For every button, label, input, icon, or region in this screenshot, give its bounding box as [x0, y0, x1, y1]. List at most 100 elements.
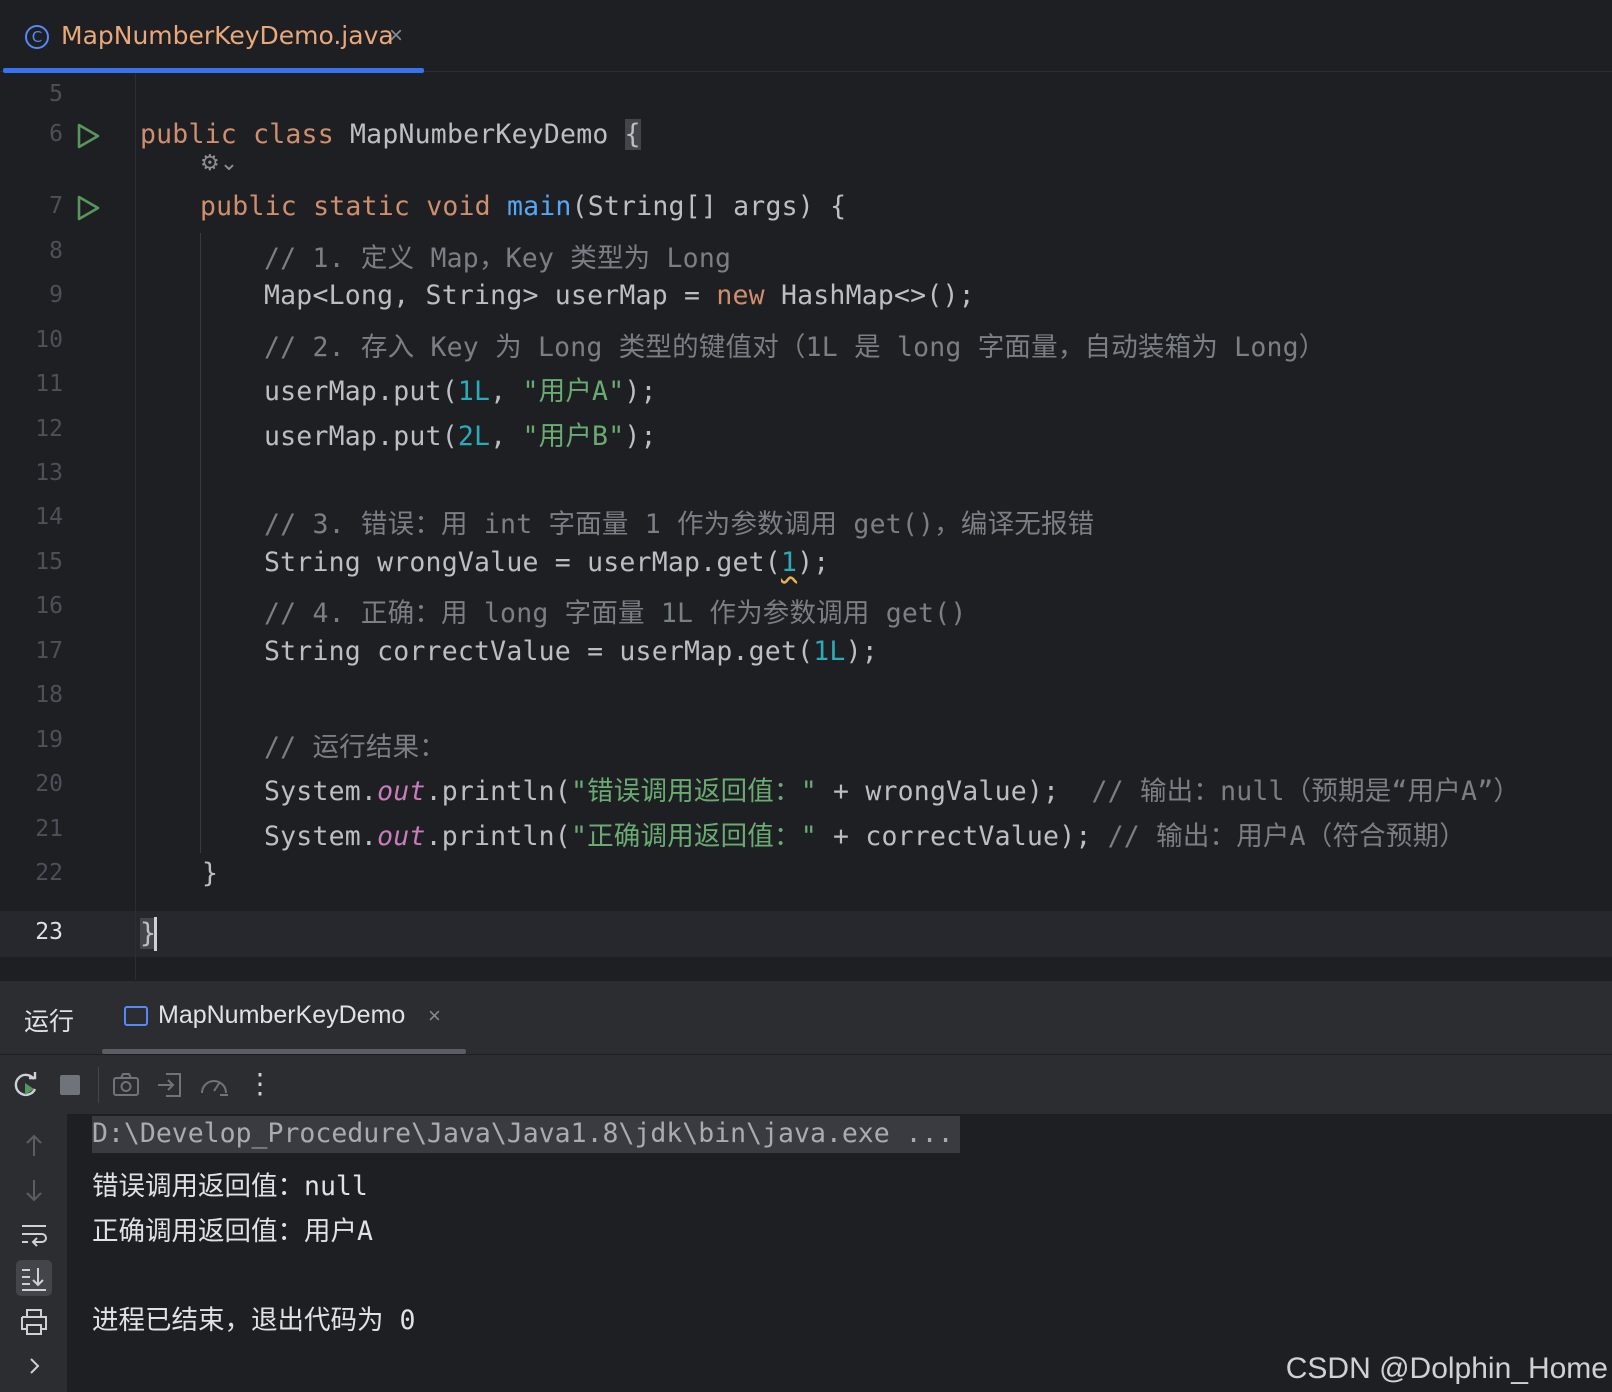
code-line: 10 // 2. 存入 Key 为 Long 类型的键值对（1L 是 long … — [0, 319, 1612, 365]
arrow-up-icon[interactable] — [16, 1128, 52, 1164]
number-literal: 2L — [457, 421, 491, 452]
code-text: System. — [264, 821, 378, 852]
code-line: 11 userMap.put(1L, "用户A"); — [0, 363, 1612, 409]
code-text: System. — [264, 776, 378, 807]
code-line: 17 String correctValue = userMap.get(1L)… — [0, 630, 1612, 676]
run-tab-mapnumberkeydemo[interactable]: MapNumberKeyDemo × — [102, 982, 466, 1054]
print-icon[interactable] — [16, 1304, 52, 1340]
editor-tab-mapnumberkeydemo[interactable]: C MapNumberKeyDemo.java × — [3, 0, 424, 73]
run-tab-title: MapNumberKeyDemo — [158, 1001, 406, 1029]
method-name: main — [506, 191, 572, 222]
run-window-title[interactable]: 运行 — [24, 1002, 74, 1038]
line-number: 8 — [49, 238, 63, 264]
keyword: class — [253, 119, 334, 150]
class-name: MapNumberKeyDemo — [350, 119, 609, 150]
keyword: public — [140, 119, 237, 150]
comment: // 2. 存入 Key 为 Long 类型的键值对（1L 是 long 字面量… — [264, 332, 1326, 363]
comment: // 输出：null（预期是“用户A”） — [1091, 776, 1521, 807]
code-text: String wrongValue = userMap.get( — [264, 547, 781, 578]
keyword: new — [716, 280, 765, 311]
comment: // 运行结果： — [264, 732, 446, 763]
editor-tab-title: MapNumberKeyDemo.java — [61, 21, 394, 50]
static-field: out — [377, 821, 426, 852]
java-command[interactable]: D:\Develop_Procedure\Java\Java1.8\jdk\bi… — [92, 1116, 960, 1153]
code-text: , — [490, 421, 523, 452]
number-literal: 1L — [813, 636, 846, 667]
string-literal: "正确调用返回值：" — [570, 821, 817, 852]
console-output-line: 错误调用返回值：null — [92, 1171, 368, 1202]
code-text: userMap.put( — [264, 376, 458, 407]
line-number: 19 — [35, 727, 63, 753]
rerun-icon[interactable] — [10, 1069, 42, 1101]
line-number: 12 — [35, 416, 63, 442]
toolbar-divider — [98, 1067, 99, 1103]
code-text: , — [490, 376, 523, 407]
run-tool-window: 运行 MapNumberKeyDemo × ⋮ D:\Develop_Proce… — [0, 981, 1612, 1392]
soft-wrap-icon[interactable] — [16, 1216, 52, 1252]
code-line: 18 — [0, 674, 1612, 720]
console-side-toolbar — [0, 1114, 68, 1392]
code-text: HashMap<>(); — [764, 280, 975, 311]
code-text: ); — [845, 636, 878, 667]
close-icon[interactable]: × — [428, 1003, 441, 1029]
code-text: String correctValue = userMap.get( — [264, 636, 814, 667]
line-number: 20 — [35, 771, 63, 797]
number-literal-warning[interactable]: 1 — [781, 547, 797, 578]
code-line: 19 // 运行结果： — [0, 719, 1612, 765]
line-number: 11 — [35, 371, 63, 397]
code-text: + wrongValue); — [816, 776, 1092, 807]
watermark: CSDN @Dolphin_Home — [1285, 1352, 1608, 1385]
more-options-icon[interactable]: ⋮ — [246, 1069, 274, 1101]
line-number: 15 — [35, 549, 63, 575]
close-icon[interactable]: × — [389, 22, 403, 50]
camera-icon[interactable] — [110, 1069, 142, 1101]
editor-tab-bar: C MapNumberKeyDemo.java × — [0, 0, 1612, 73]
line-number: 18 — [35, 682, 63, 708]
code-editor[interactable]: 5 6 public class MapNumberKeyDemo { ⚙⌄ 7… — [0, 73, 1612, 980]
code-text: ); — [797, 547, 830, 578]
line-number: 21 — [35, 816, 63, 842]
line-number: 6 — [49, 121, 63, 147]
line-number: 16 — [35, 593, 63, 619]
code-text: .println( — [425, 776, 571, 807]
code-text: + correctValue); — [816, 821, 1108, 852]
number-literal: 1L — [457, 376, 491, 407]
keyword: void — [426, 191, 491, 222]
line-number: 9 — [49, 282, 63, 308]
keyword: static — [313, 191, 411, 222]
code-line: 6 public class MapNumberKeyDemo { — [0, 113, 1612, 159]
code-line: 12 userMap.put(2L, "用户B"); — [0, 408, 1612, 454]
scroll-to-end-icon[interactable] — [16, 1260, 52, 1296]
console-output-line: 正确调用返回值：用户A — [92, 1216, 373, 1247]
static-field: out — [377, 776, 426, 807]
code-text: Map<Long, String> userMap = — [264, 280, 717, 311]
code-line: 8 // 1. 定义 Map，Key 类型为 Long — [0, 230, 1612, 276]
code-text: ); — [624, 421, 657, 452]
chevron-right-icon[interactable] — [16, 1348, 52, 1384]
code-text: .println( — [425, 821, 571, 852]
comment: // 输出：用户A（符合预期） — [1107, 821, 1466, 852]
stop-icon[interactable] — [54, 1069, 86, 1101]
code-line: 14 // 3. 错误：用 int 字面量 1 作为参数调用 get()，编译无… — [0, 496, 1612, 542]
code-line: 15 String wrongValue = userMap.get(1); — [0, 541, 1612, 587]
run-gutter-icon[interactable] — [74, 194, 102, 222]
string-literal: "用户B" — [522, 421, 625, 452]
brace: { — [624, 119, 641, 150]
line-number: 7 — [49, 193, 63, 219]
code-line-current: 23 } — [0, 911, 1612, 957]
line-number: 22 — [35, 860, 63, 886]
line-number: 23 — [35, 919, 63, 945]
code-text: } — [202, 858, 219, 889]
run-gutter-icon[interactable] — [74, 122, 102, 150]
arrow-down-icon[interactable] — [16, 1172, 52, 1208]
console-icon — [124, 1006, 148, 1026]
inlay-hint-icon[interactable]: ⚙⌄ — [200, 151, 238, 176]
code-line: 21 System.out.println("正确调用返回值：" + corre… — [0, 808, 1612, 854]
code-line: 22 } — [0, 852, 1612, 898]
console-command-line[interactable]: D:\Develop_Procedure\Java\Java1.8\jdk\bi… — [92, 1116, 960, 1153]
text-caret — [154, 917, 158, 951]
profiler-gauge-icon[interactable] — [198, 1069, 230, 1101]
console-output[interactable]: D:\Develop_Procedure\Java\Java1.8\jdk\bi… — [68, 1114, 1612, 1392]
string-literal: "错误调用返回值：" — [570, 776, 817, 807]
exit-icon[interactable] — [154, 1069, 186, 1101]
